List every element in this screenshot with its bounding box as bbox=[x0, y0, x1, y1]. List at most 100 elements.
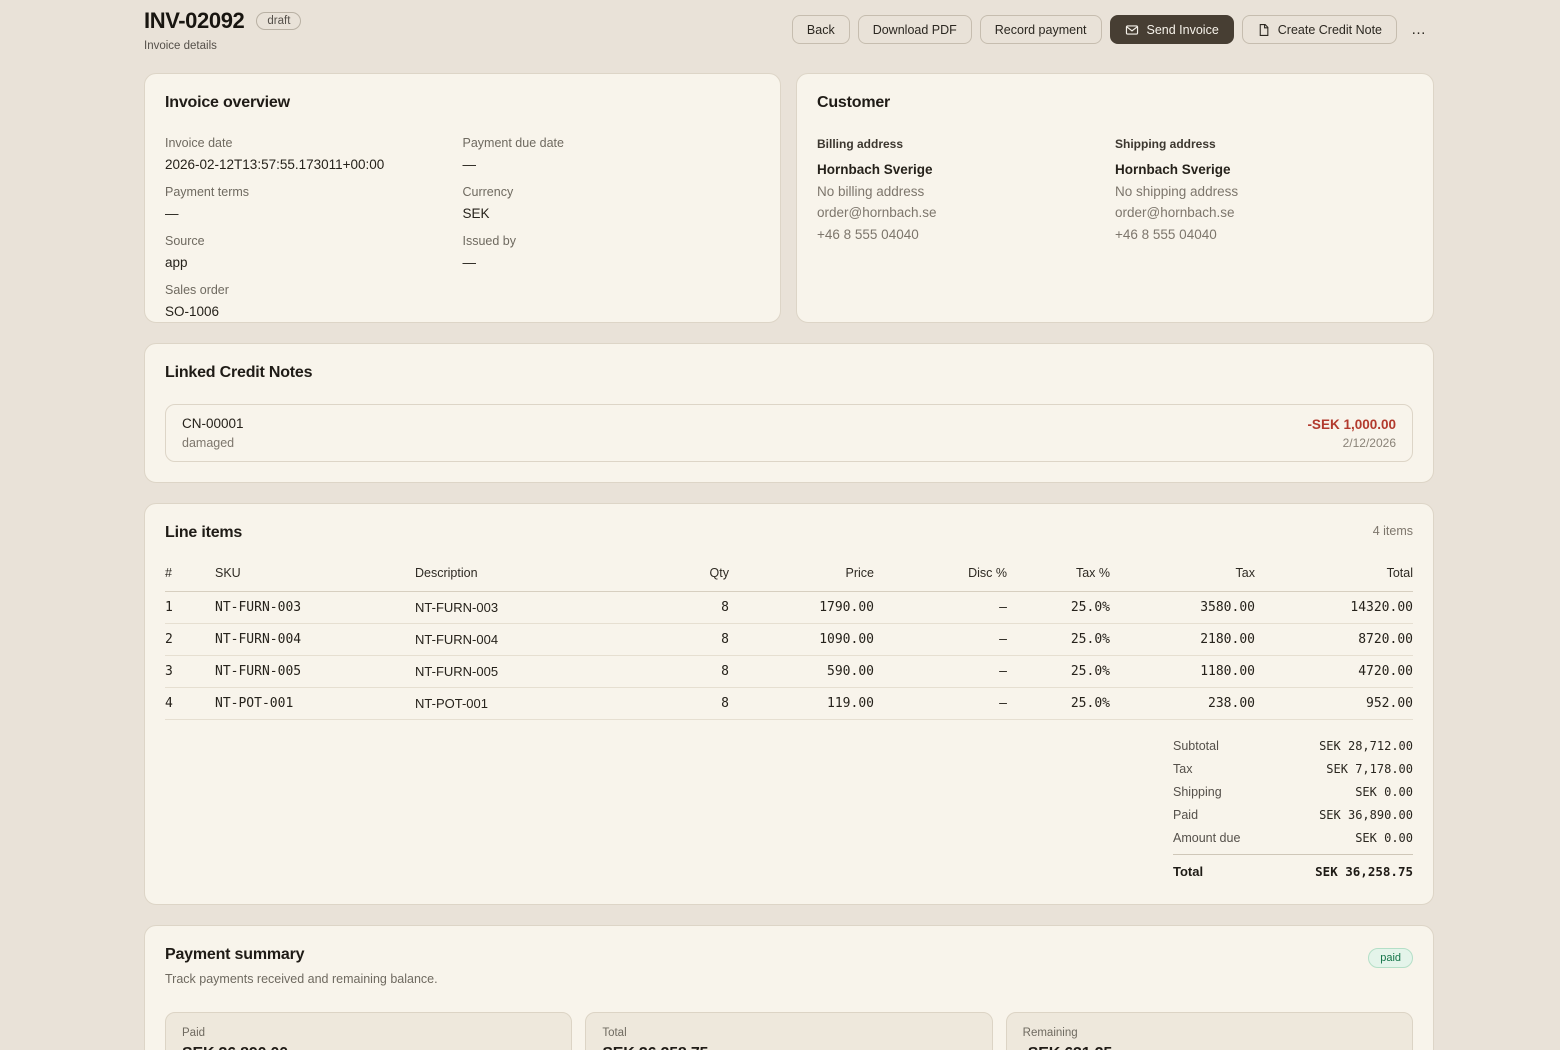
col-tax-pct: Tax % bbox=[1007, 566, 1110, 592]
grand-total-label: Total bbox=[1173, 864, 1203, 879]
table-row: 1 NT-FURN-003 NT-FURN-003 8 1790.00 – 25… bbox=[165, 592, 1413, 624]
send-invoice-label: Send Invoice bbox=[1147, 23, 1219, 37]
field-payment-terms: Payment terms — bbox=[165, 185, 463, 221]
field-payment-due-date: Payment due date — bbox=[463, 136, 761, 172]
totals-label: Tax bbox=[1173, 762, 1192, 776]
totals-summary: Subtotal SEK 28,712.00 Tax SEK 7,178.00 … bbox=[1173, 734, 1413, 884]
col-disc: Disc % bbox=[874, 566, 1007, 592]
field-label: Payment due date bbox=[463, 136, 761, 150]
field-label: Currency bbox=[463, 185, 761, 199]
create-credit-note-button[interactable]: Create Credit Note bbox=[1242, 15, 1397, 44]
billing-phone: +46 8 555 04040 bbox=[817, 227, 1115, 242]
stat-value: SEK 36,258.75 bbox=[602, 1045, 975, 1050]
cell-total: 4720.00 bbox=[1255, 656, 1413, 688]
field-label: Sales order bbox=[165, 283, 463, 297]
table-row: 2 NT-FURN-004 NT-FURN-004 8 1090.00 – 25… bbox=[165, 624, 1413, 656]
cell-price: 1090.00 bbox=[729, 624, 874, 656]
create-credit-note-label: Create Credit Note bbox=[1278, 23, 1382, 37]
cell-description: NT-POT-001 bbox=[415, 688, 659, 720]
addresses: Billing address Hornbach Sverige No bill… bbox=[817, 137, 1413, 242]
cell-description: NT-FURN-003 bbox=[415, 592, 659, 624]
col-price: Price bbox=[729, 566, 874, 592]
cell-disc: – bbox=[874, 624, 1007, 656]
totals-value: SEK 7,178.00 bbox=[1326, 762, 1413, 776]
col-total: Total bbox=[1255, 566, 1413, 592]
cell-tax: 1180.00 bbox=[1110, 656, 1255, 688]
payment-stats: Paid SEK 36,890.00 102% of total Total S… bbox=[165, 1012, 1413, 1050]
status-badge: draft bbox=[256, 12, 301, 30]
stat-value: SEK 36,890.00 bbox=[182, 1045, 555, 1050]
billing-address-label: Billing address bbox=[817, 137, 1115, 151]
invoice-details-page: INV-02092 draft Invoice details Back Dow… bbox=[144, 0, 1434, 1050]
envelope-icon bbox=[1125, 23, 1139, 37]
credit-note-date: 2/12/2026 bbox=[1307, 436, 1396, 450]
totals-label: Subtotal bbox=[1173, 739, 1219, 753]
stat-paid: Paid SEK 36,890.00 102% of total bbox=[165, 1012, 572, 1050]
credit-note-item[interactable]: CN-00001 damaged -SEK 1,000.00 2/12/2026 bbox=[165, 404, 1413, 462]
credit-note-amount: -SEK 1,000.00 bbox=[1307, 417, 1396, 432]
line-items-card: Line items 4 items # SKU Description Qty… bbox=[144, 503, 1434, 905]
cell-qty: 8 bbox=[659, 592, 729, 624]
cell-num: 3 bbox=[165, 656, 215, 688]
invoice-overview-card: Invoice overview Invoice date 2026-02-12… bbox=[144, 73, 781, 323]
customer-card: Customer Billing address Hornbach Sverig… bbox=[796, 73, 1434, 323]
cell-sku: NT-FURN-004 bbox=[215, 624, 415, 656]
field-label: Payment terms bbox=[165, 185, 463, 199]
cell-tax: 238.00 bbox=[1110, 688, 1255, 720]
credit-note-info: CN-00001 damaged bbox=[182, 416, 244, 450]
cell-tax-pct: 25.0% bbox=[1007, 592, 1110, 624]
field-label: Issued by bbox=[463, 234, 761, 248]
cell-qty: 8 bbox=[659, 656, 729, 688]
field-value: — bbox=[463, 255, 761, 270]
cell-num: 1 bbox=[165, 592, 215, 624]
record-payment-button[interactable]: Record payment bbox=[980, 15, 1102, 44]
totals-amount-due: Amount due SEK 0.00 bbox=[1173, 826, 1413, 849]
field-value: — bbox=[165, 206, 463, 221]
line-items-title: Line items bbox=[165, 524, 242, 542]
line-items-table: # SKU Description Qty Price Disc % Tax %… bbox=[165, 566, 1413, 720]
totals-paid: Paid SEK 36,890.00 bbox=[1173, 803, 1413, 826]
grand-total-value: SEK 36,258.75 bbox=[1315, 864, 1413, 879]
field-sales-order: Sales order SO-1006 bbox=[165, 283, 463, 319]
field-source: Source app bbox=[165, 234, 463, 270]
download-pdf-button[interactable]: Download PDF bbox=[858, 15, 972, 44]
payment-summary-card: Payment summary Track payments received … bbox=[144, 925, 1434, 1050]
totals-shipping: Shipping SEK 0.00 bbox=[1173, 780, 1413, 803]
shipping-phone: +46 8 555 04040 bbox=[1115, 227, 1413, 242]
credit-note-reason: damaged bbox=[182, 436, 244, 450]
customer-title: Customer bbox=[817, 94, 1413, 112]
cell-sku: NT-FURN-003 bbox=[215, 592, 415, 624]
cell-sku: NT-POT-001 bbox=[215, 688, 415, 720]
billing-email: order@hornbach.se bbox=[817, 205, 1115, 220]
totals-label: Paid bbox=[1173, 808, 1198, 822]
shipping-name: Hornbach Sverige bbox=[1115, 162, 1413, 177]
stat-total: Total SEK 36,258.75 Currency: SEK bbox=[585, 1012, 992, 1050]
cell-num: 2 bbox=[165, 624, 215, 656]
totals-subtotal: Subtotal SEK 28,712.00 bbox=[1173, 734, 1413, 757]
totals-value: SEK 36,890.00 bbox=[1319, 808, 1413, 822]
credit-note-amounts: -SEK 1,000.00 2/12/2026 bbox=[1307, 417, 1396, 450]
payment-summary-title: Payment summary bbox=[165, 946, 438, 964]
stat-remaining: Remaining -SEK 631.25 Fully paid bbox=[1006, 1012, 1413, 1050]
table-row: 3 NT-FURN-005 NT-FURN-005 8 590.00 – 25.… bbox=[165, 656, 1413, 688]
shipping-line: No shipping address bbox=[1115, 184, 1413, 199]
billing-address: Billing address Hornbach Sverige No bill… bbox=[817, 137, 1115, 242]
send-invoice-button[interactable]: Send Invoice bbox=[1110, 15, 1234, 44]
cell-description: NT-FURN-005 bbox=[415, 656, 659, 688]
shipping-address: Shipping address Hornbach Sverige No shi… bbox=[1115, 137, 1413, 242]
field-label: Source bbox=[165, 234, 463, 248]
payment-summary-heading: Payment summary Track payments received … bbox=[165, 946, 438, 986]
col-description: Description bbox=[415, 566, 659, 592]
cell-price: 119.00 bbox=[729, 688, 874, 720]
cell-disc: – bbox=[874, 688, 1007, 720]
cell-disc: – bbox=[874, 592, 1007, 624]
field-value: SO-1006 bbox=[165, 304, 463, 319]
more-button[interactable]: … bbox=[1405, 15, 1434, 44]
col-tax: Tax bbox=[1110, 566, 1255, 592]
totals-label: Amount due bbox=[1173, 831, 1240, 845]
credit-notes-title: Linked Credit Notes bbox=[165, 364, 1413, 382]
cell-tax: 3580.00 bbox=[1110, 592, 1255, 624]
page-subtitle: Invoice details bbox=[144, 40, 301, 52]
back-button[interactable]: Back bbox=[792, 15, 850, 44]
toolbar: Back Download PDF Record payment Send In… bbox=[792, 15, 1434, 44]
